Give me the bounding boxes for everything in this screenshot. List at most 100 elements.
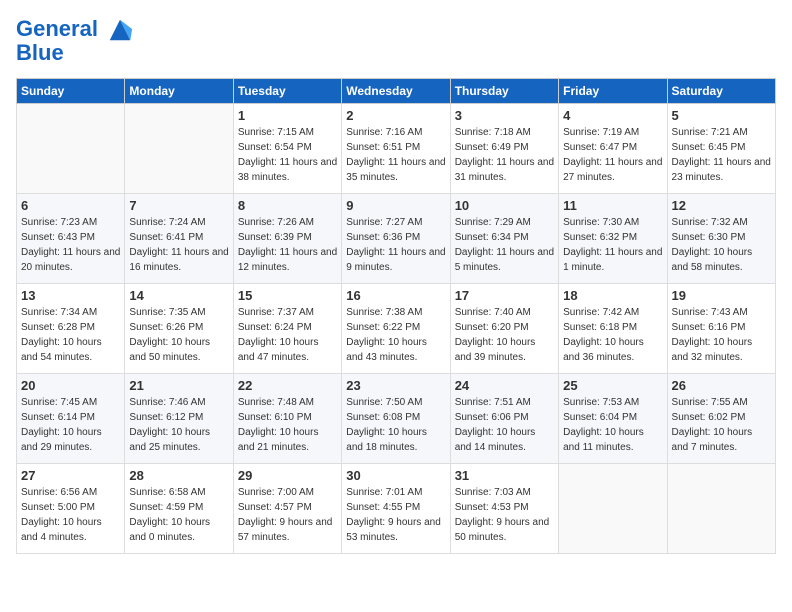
calendar-week-4: 20 Sunrise: 7:45 AMSunset: 6:14 PMDaylig… <box>17 374 776 464</box>
day-detail: Sunrise: 7:24 AMSunset: 6:41 PMDaylight:… <box>129 215 228 275</box>
calendar-cell: 12 Sunrise: 7:32 AMSunset: 6:30 PMDaylig… <box>667 194 775 284</box>
day-detail: Sunrise: 7:53 AMSunset: 6:04 PMDaylight:… <box>563 395 662 455</box>
day-number: 2 <box>346 108 445 123</box>
day-number: 1 <box>238 108 337 123</box>
day-detail: Sunrise: 7:29 AMSunset: 6:34 PMDaylight:… <box>455 215 554 275</box>
calendar-cell: 5 Sunrise: 7:21 AMSunset: 6:45 PMDayligh… <box>667 104 775 194</box>
day-detail: Sunrise: 7:23 AMSunset: 6:43 PMDaylight:… <box>21 215 120 275</box>
day-detail: Sunrise: 7:30 AMSunset: 6:32 PMDaylight:… <box>563 215 662 275</box>
day-detail: Sunrise: 7:40 AMSunset: 6:20 PMDaylight:… <box>455 305 554 365</box>
day-number: 3 <box>455 108 554 123</box>
day-detail: Sunrise: 7:26 AMSunset: 6:39 PMDaylight:… <box>238 215 337 275</box>
calendar-cell: 17 Sunrise: 7:40 AMSunset: 6:20 PMDaylig… <box>450 284 558 374</box>
day-detail: Sunrise: 7:03 AMSunset: 4:53 PMDaylight:… <box>455 485 554 545</box>
calendar-cell: 22 Sunrise: 7:48 AMSunset: 6:10 PMDaylig… <box>233 374 341 464</box>
day-detail: Sunrise: 7:01 AMSunset: 4:55 PMDaylight:… <box>346 485 445 545</box>
day-detail: Sunrise: 7:18 AMSunset: 6:49 PMDaylight:… <box>455 125 554 185</box>
calendar-cell: 1 Sunrise: 7:15 AMSunset: 6:54 PMDayligh… <box>233 104 341 194</box>
day-detail: Sunrise: 6:58 AMSunset: 4:59 PMDaylight:… <box>129 485 228 545</box>
calendar-week-5: 27 Sunrise: 6:56 AMSunset: 5:00 PMDaylig… <box>17 464 776 554</box>
day-detail: Sunrise: 7:50 AMSunset: 6:08 PMDaylight:… <box>346 395 445 455</box>
day-number: 11 <box>563 198 662 213</box>
calendar-cell: 26 Sunrise: 7:55 AMSunset: 6:02 PMDaylig… <box>667 374 775 464</box>
calendar-cell: 27 Sunrise: 6:56 AMSunset: 5:00 PMDaylig… <box>17 464 125 554</box>
weekday-header-tuesday: Tuesday <box>233 79 341 104</box>
day-number: 13 <box>21 288 120 303</box>
calendar-cell: 13 Sunrise: 7:34 AMSunset: 6:28 PMDaylig… <box>17 284 125 374</box>
day-detail: Sunrise: 6:56 AMSunset: 5:00 PMDaylight:… <box>21 485 120 545</box>
day-number: 31 <box>455 468 554 483</box>
day-number: 30 <box>346 468 445 483</box>
calendar-cell: 25 Sunrise: 7:53 AMSunset: 6:04 PMDaylig… <box>559 374 667 464</box>
day-number: 10 <box>455 198 554 213</box>
logo: General Blue <box>16 16 134 66</box>
day-number: 7 <box>129 198 228 213</box>
day-number: 6 <box>21 198 120 213</box>
calendar-cell <box>125 104 233 194</box>
calendar-cell: 23 Sunrise: 7:50 AMSunset: 6:08 PMDaylig… <box>342 374 450 464</box>
day-number: 5 <box>672 108 771 123</box>
day-number: 14 <box>129 288 228 303</box>
calendar-cell: 10 Sunrise: 7:29 AMSunset: 6:34 PMDaylig… <box>450 194 558 284</box>
calendar-week-3: 13 Sunrise: 7:34 AMSunset: 6:28 PMDaylig… <box>17 284 776 374</box>
weekday-header-sunday: Sunday <box>17 79 125 104</box>
day-number: 27 <box>21 468 120 483</box>
calendar-cell <box>559 464 667 554</box>
calendar-cell: 11 Sunrise: 7:30 AMSunset: 6:32 PMDaylig… <box>559 194 667 284</box>
day-number: 25 <box>563 378 662 393</box>
day-number: 20 <box>21 378 120 393</box>
calendar-cell: 16 Sunrise: 7:38 AMSunset: 6:22 PMDaylig… <box>342 284 450 374</box>
calendar-cell <box>667 464 775 554</box>
calendar-cell: 19 Sunrise: 7:43 AMSunset: 6:16 PMDaylig… <box>667 284 775 374</box>
day-detail: Sunrise: 7:35 AMSunset: 6:26 PMDaylight:… <box>129 305 228 365</box>
calendar-cell: 29 Sunrise: 7:00 AMSunset: 4:57 PMDaylig… <box>233 464 341 554</box>
calendar-cell: 20 Sunrise: 7:45 AMSunset: 6:14 PMDaylig… <box>17 374 125 464</box>
day-number: 28 <box>129 468 228 483</box>
calendar-cell: 7 Sunrise: 7:24 AMSunset: 6:41 PMDayligh… <box>125 194 233 284</box>
day-number: 8 <box>238 198 337 213</box>
calendar-cell: 15 Sunrise: 7:37 AMSunset: 6:24 PMDaylig… <box>233 284 341 374</box>
day-detail: Sunrise: 7:37 AMSunset: 6:24 PMDaylight:… <box>238 305 337 365</box>
calendar-cell: 4 Sunrise: 7:19 AMSunset: 6:47 PMDayligh… <box>559 104 667 194</box>
day-detail: Sunrise: 7:00 AMSunset: 4:57 PMDaylight:… <box>238 485 337 545</box>
day-number: 9 <box>346 198 445 213</box>
calendar-cell: 8 Sunrise: 7:26 AMSunset: 6:39 PMDayligh… <box>233 194 341 284</box>
day-number: 4 <box>563 108 662 123</box>
day-number: 15 <box>238 288 337 303</box>
calendar-cell: 21 Sunrise: 7:46 AMSunset: 6:12 PMDaylig… <box>125 374 233 464</box>
day-detail: Sunrise: 7:45 AMSunset: 6:14 PMDaylight:… <box>21 395 120 455</box>
weekday-header-saturday: Saturday <box>667 79 775 104</box>
calendar-cell: 2 Sunrise: 7:16 AMSunset: 6:51 PMDayligh… <box>342 104 450 194</box>
day-detail: Sunrise: 7:32 AMSunset: 6:30 PMDaylight:… <box>672 215 771 275</box>
day-detail: Sunrise: 7:46 AMSunset: 6:12 PMDaylight:… <box>129 395 228 455</box>
weekday-header-wednesday: Wednesday <box>342 79 450 104</box>
day-number: 29 <box>238 468 337 483</box>
day-number: 26 <box>672 378 771 393</box>
day-detail: Sunrise: 7:48 AMSunset: 6:10 PMDaylight:… <box>238 395 337 455</box>
calendar-week-2: 6 Sunrise: 7:23 AMSunset: 6:43 PMDayligh… <box>17 194 776 284</box>
weekday-header-thursday: Thursday <box>450 79 558 104</box>
day-number: 19 <box>672 288 771 303</box>
day-detail: Sunrise: 7:51 AMSunset: 6:06 PMDaylight:… <box>455 395 554 455</box>
calendar-cell <box>17 104 125 194</box>
day-number: 12 <box>672 198 771 213</box>
calendar-cell: 28 Sunrise: 6:58 AMSunset: 4:59 PMDaylig… <box>125 464 233 554</box>
day-number: 22 <box>238 378 337 393</box>
day-detail: Sunrise: 7:55 AMSunset: 6:02 PMDaylight:… <box>672 395 771 455</box>
day-detail: Sunrise: 7:38 AMSunset: 6:22 PMDaylight:… <box>346 305 445 365</box>
weekday-header-friday: Friday <box>559 79 667 104</box>
day-detail: Sunrise: 7:34 AMSunset: 6:28 PMDaylight:… <box>21 305 120 365</box>
day-number: 24 <box>455 378 554 393</box>
calendar-cell: 18 Sunrise: 7:42 AMSunset: 6:18 PMDaylig… <box>559 284 667 374</box>
calendar-cell: 24 Sunrise: 7:51 AMSunset: 6:06 PMDaylig… <box>450 374 558 464</box>
calendar-cell: 6 Sunrise: 7:23 AMSunset: 6:43 PMDayligh… <box>17 194 125 284</box>
day-detail: Sunrise: 7:21 AMSunset: 6:45 PMDaylight:… <box>672 125 771 185</box>
weekday-header-monday: Monday <box>125 79 233 104</box>
day-detail: Sunrise: 7:27 AMSunset: 6:36 PMDaylight:… <box>346 215 445 275</box>
day-number: 16 <box>346 288 445 303</box>
day-number: 21 <box>129 378 228 393</box>
calendar-cell: 14 Sunrise: 7:35 AMSunset: 6:26 PMDaylig… <box>125 284 233 374</box>
calendar-cell: 3 Sunrise: 7:18 AMSunset: 6:49 PMDayligh… <box>450 104 558 194</box>
day-detail: Sunrise: 7:42 AMSunset: 6:18 PMDaylight:… <box>563 305 662 365</box>
calendar-week-1: 1 Sunrise: 7:15 AMSunset: 6:54 PMDayligh… <box>17 104 776 194</box>
